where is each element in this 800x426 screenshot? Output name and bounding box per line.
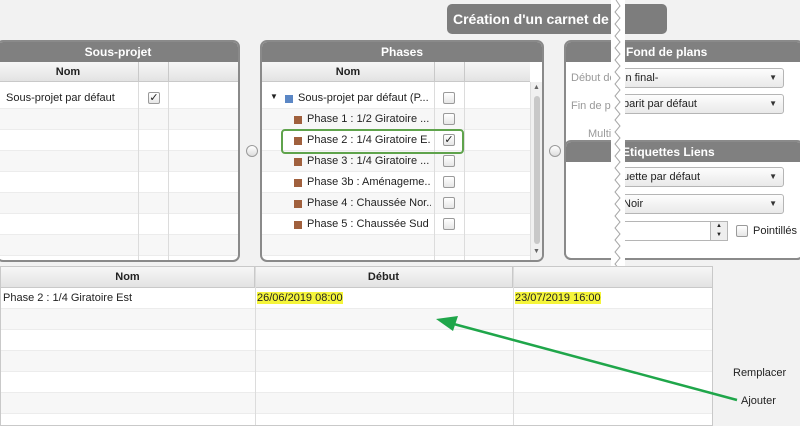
- annotation-arrow: [436, 316, 738, 402]
